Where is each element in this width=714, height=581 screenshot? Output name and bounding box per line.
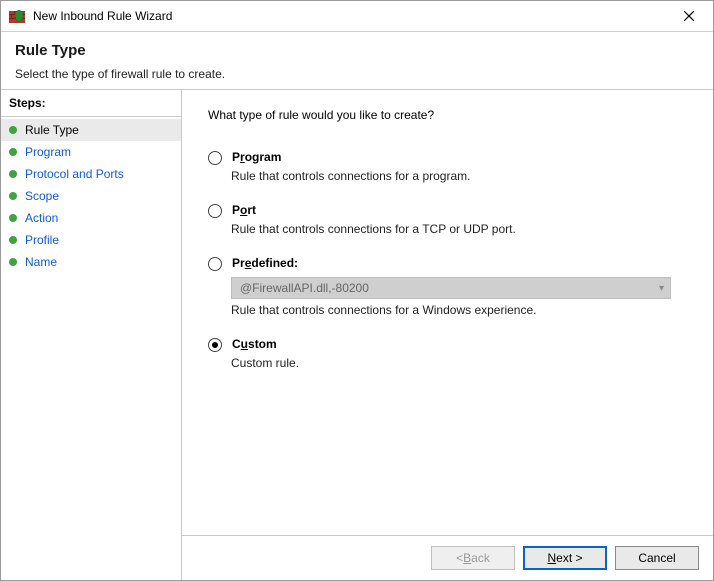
cancel-button[interactable]: Cancel <box>615 546 699 570</box>
option-predefined-label: Predefined: <box>232 256 298 270</box>
option-custom[interactable]: Custom <box>208 337 687 352</box>
next-button[interactable]: Next > <box>523 546 607 570</box>
body: Steps: Rule Type Program Protocol and Po… <box>1 89 713 580</box>
option-predefined[interactable]: Predefined: <box>208 256 687 271</box>
option-custom-block: Custom Custom rule. <box>208 337 687 370</box>
step-bullet-icon <box>9 236 17 244</box>
window-title: New Inbound Rule Wizard <box>33 9 669 23</box>
content-pane: What type of rule would you like to crea… <box>181 90 713 580</box>
step-protocol-and-ports[interactable]: Protocol and Ports <box>1 163 181 185</box>
page-title: Rule Type <box>15 42 699 59</box>
steps-heading: Steps: <box>1 90 181 117</box>
radio-icon <box>208 204 222 218</box>
radio-icon <box>208 151 222 165</box>
step-bullet-icon <box>9 192 17 200</box>
radio-icon <box>208 257 222 271</box>
step-label: Program <box>25 145 71 159</box>
step-program[interactable]: Program <box>1 141 181 163</box>
step-profile[interactable]: Profile <box>1 229 181 251</box>
step-label: Name <box>25 255 57 269</box>
step-label: Action <box>25 211 58 225</box>
option-predefined-block: Predefined: @FirewallAPI.dll,-80200 ▾ Ru… <box>208 256 687 317</box>
step-scope[interactable]: Scope <box>1 185 181 207</box>
step-bullet-icon <box>9 126 17 134</box>
step-name[interactable]: Name <box>1 251 181 273</box>
step-label: Rule Type <box>25 123 79 137</box>
content-inner: What type of rule would you like to crea… <box>182 90 713 535</box>
step-label: Scope <box>25 189 59 203</box>
close-icon <box>684 11 694 21</box>
predefined-select: @FirewallAPI.dll,-80200 ▾ <box>231 277 671 299</box>
step-bullet-icon <box>9 148 17 156</box>
wizard-window: New Inbound Rule Wizard Rule Type Select… <box>0 0 714 581</box>
page-subtitle: Select the type of firewall rule to crea… <box>15 67 699 81</box>
predefined-select-value: @FirewallAPI.dll,-80200 <box>240 281 369 295</box>
rule-type-question: What type of rule would you like to crea… <box>208 108 687 122</box>
option-program[interactable]: Program <box>208 150 687 165</box>
footer: < Back Next > Cancel <box>182 535 713 580</box>
step-action[interactable]: Action <box>1 207 181 229</box>
option-port[interactable]: Port <box>208 203 687 218</box>
firewall-icon <box>9 8 25 24</box>
step-bullet-icon <box>9 258 17 266</box>
back-button: < Back <box>431 546 515 570</box>
option-port-desc: Rule that controls connections for a TCP… <box>231 222 687 236</box>
chevron-down-icon: ▾ <box>659 283 664 294</box>
option-program-block: Program Rule that controls connections f… <box>208 150 687 183</box>
option-port-label: Port <box>232 203 256 217</box>
option-program-desc: Rule that controls connections for a pro… <box>231 169 687 183</box>
option-program-label: Program <box>232 150 281 164</box>
titlebar: New Inbound Rule Wizard <box>1 1 713 32</box>
option-port-block: Port Rule that controls connections for … <box>208 203 687 236</box>
option-predefined-desc: Rule that controls connections for a Win… <box>231 303 687 317</box>
header: Rule Type Select the type of firewall ru… <box>1 32 713 89</box>
step-label: Protocol and Ports <box>25 167 124 181</box>
option-custom-desc: Custom rule. <box>231 356 687 370</box>
radio-icon <box>208 338 222 352</box>
step-bullet-icon <box>9 170 17 178</box>
option-custom-label: Custom <box>232 337 277 351</box>
steps-pane: Steps: Rule Type Program Protocol and Po… <box>1 90 181 580</box>
steps-list: Rule Type Program Protocol and Ports Sco… <box>1 117 181 580</box>
step-rule-type[interactable]: Rule Type <box>1 119 181 141</box>
step-label: Profile <box>25 233 59 247</box>
close-button[interactable] <box>669 2 709 30</box>
step-bullet-icon <box>9 214 17 222</box>
